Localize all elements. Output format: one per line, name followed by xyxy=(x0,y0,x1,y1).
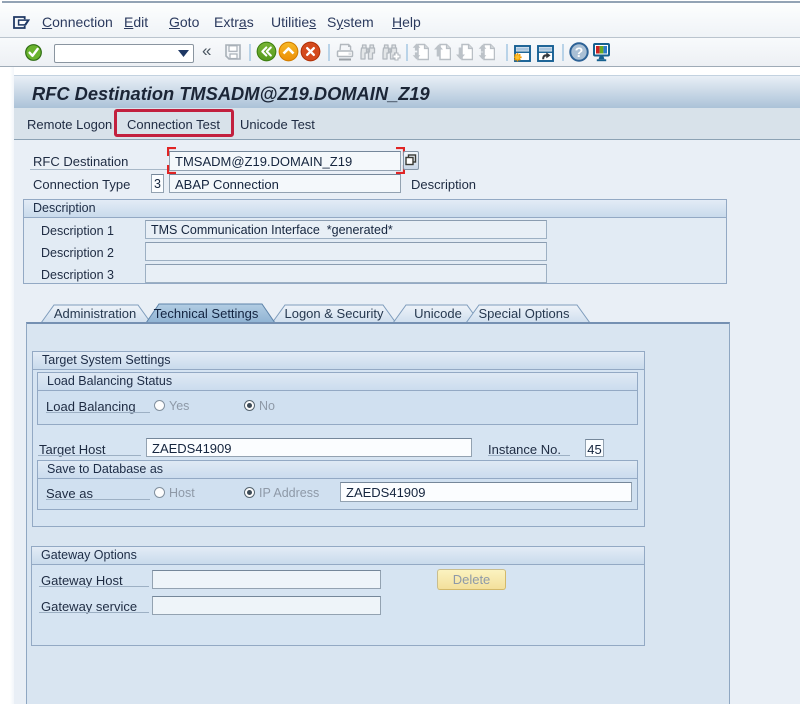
svg-text:Special Options: Special Options xyxy=(478,306,570,321)
svg-text:?: ? xyxy=(575,44,584,60)
svg-text:Logon & Security: Logon & Security xyxy=(284,306,384,321)
svg-text:Unicode: Unicode xyxy=(414,306,462,321)
svg-text:Administration: Administration xyxy=(54,306,136,321)
svg-text:Technical Settings: Technical Settings xyxy=(154,306,259,321)
